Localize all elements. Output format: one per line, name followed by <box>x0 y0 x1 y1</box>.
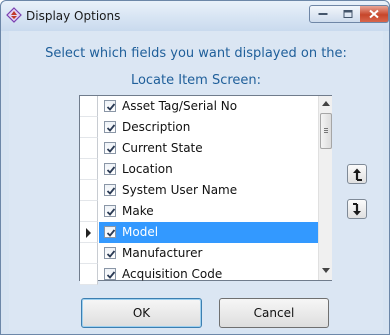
row-selector[interactable] <box>80 264 98 285</box>
field-label: Current State <box>122 141 203 155</box>
vertical-scrollbar[interactable] <box>318 96 332 280</box>
row-selector[interactable] <box>80 96 98 117</box>
list-item[interactable]: Description <box>80 117 318 138</box>
field-label: System User Name <box>122 183 238 197</box>
minimize-icon <box>318 13 327 15</box>
list-item[interactable]: Model <box>80 222 318 243</box>
field-label: Asset Tag/Serial No <box>122 99 238 113</box>
scroll-up-button[interactable] <box>319 96 333 113</box>
row-selector[interactable] <box>80 180 98 201</box>
field-checkbox[interactable] <box>104 205 116 217</box>
list-item-body[interactable]: Manufacturer <box>99 243 318 264</box>
checkmark-icon <box>106 145 116 153</box>
scroll-up-icon <box>322 101 330 106</box>
list-item-body[interactable]: Current State <box>99 138 318 159</box>
title-bar[interactable]: Display Options <box>1 1 389 31</box>
field-checkbox[interactable] <box>104 163 116 175</box>
list-item-body[interactable]: Acquisition Code <box>99 264 318 285</box>
field-label: Description <box>122 120 191 134</box>
field-checkbox[interactable] <box>104 142 116 154</box>
window-title: Display Options <box>26 9 121 23</box>
current-row-arrow-icon <box>86 228 91 238</box>
scroll-thumb[interactable] <box>320 113 332 149</box>
list-item[interactable]: Acquisition Code <box>80 264 318 285</box>
field-checkbox[interactable] <box>104 226 116 238</box>
row-selector[interactable] <box>80 117 98 138</box>
list-item[interactable]: Make <box>80 201 318 222</box>
list-item-body[interactable]: Description <box>99 117 318 138</box>
close-button[interactable] <box>360 5 389 23</box>
checkmark-icon <box>106 229 116 237</box>
app-icon <box>6 7 22 23</box>
close-icon <box>369 9 379 19</box>
field-label: Location <box>122 162 173 176</box>
checkmark-icon <box>106 271 116 279</box>
row-selector[interactable] <box>80 201 98 222</box>
list-item-body[interactable]: Asset Tag/Serial No <box>99 96 318 117</box>
row-selector[interactable] <box>80 159 98 180</box>
list-item[interactable]: Asset Tag/Serial No <box>80 96 318 117</box>
row-selector[interactable] <box>80 243 98 264</box>
checkmark-icon <box>106 124 116 132</box>
minimize-button[interactable] <box>309 5 336 23</box>
list-item[interactable]: Location <box>80 159 318 180</box>
fields-listbox[interactable]: Asset Tag/Serial No Description Current St… <box>79 95 332 285</box>
field-label: Make <box>122 204 154 218</box>
move-down-icon <box>353 203 361 216</box>
list-item[interactable]: Manufacturer <box>80 243 318 264</box>
checkmark-icon <box>106 187 116 195</box>
field-checkbox[interactable] <box>104 100 116 112</box>
maximize-button[interactable] <box>335 5 361 23</box>
checkmark-icon <box>106 103 116 111</box>
move-up-icon <box>353 168 362 181</box>
scroll-down-button[interactable] <box>319 263 333 280</box>
move-up-button[interactable] <box>347 164 367 184</box>
field-checkbox[interactable] <box>104 247 116 259</box>
display-options-dialog: Display Options Select which fields you … <box>0 0 390 335</box>
ok-button[interactable]: OK <box>81 298 202 328</box>
list-item[interactable]: System User Name <box>80 180 318 201</box>
field-label: Model <box>122 225 159 239</box>
field-checkbox[interactable] <box>104 268 116 280</box>
field-label: Acquisition Code <box>122 267 223 281</box>
scroll-down-icon <box>322 268 330 273</box>
list-item-body[interactable]: System User Name <box>99 180 318 201</box>
row-selector[interactable] <box>80 138 98 159</box>
row-selector[interactable] <box>80 222 98 243</box>
instruction-heading: Select which fields you want displayed o… <box>45 46 347 61</box>
cancel-button[interactable]: Cancel <box>219 298 329 328</box>
checkmark-icon <box>106 250 116 258</box>
list-item-body[interactable]: Location <box>99 159 318 180</box>
list-item-body[interactable]: Model <box>99 222 318 243</box>
field-checkbox[interactable] <box>104 184 116 196</box>
maximize-icon <box>343 10 352 18</box>
screen-name-heading: Locate Item Screen: <box>130 73 262 88</box>
field-checkbox[interactable] <box>104 121 116 133</box>
checkmark-icon <box>106 208 116 216</box>
field-label: Manufacturer <box>122 246 203 260</box>
checkmark-icon <box>106 166 116 174</box>
move-down-button[interactable] <box>347 199 367 219</box>
list-item[interactable]: Current State <box>80 138 318 159</box>
list-item-body[interactable]: Make <box>99 201 318 222</box>
